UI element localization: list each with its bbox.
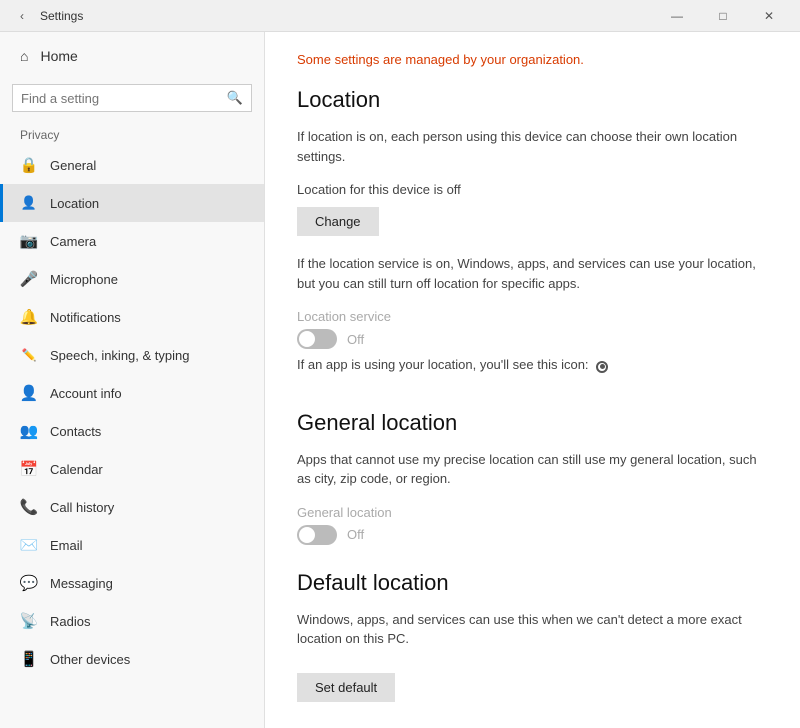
sidebar-item-notifications[interactable]: 🔔 Notifications <box>0 298 264 336</box>
home-label: Home <box>40 48 77 64</box>
toggle-knob <box>299 331 315 347</box>
general-location-toggle[interactable] <box>297 525 337 545</box>
general-location-label: General location <box>297 505 768 520</box>
sidebar-item-label: Email <box>50 538 83 553</box>
home-icon: ⌂ <box>20 48 28 64</box>
sidebar-item-label: Speech, inking, & typing <box>50 348 189 363</box>
minimize-button[interactable]: — <box>654 0 700 32</box>
icon-hint: If an app is using your location, you'll… <box>297 357 768 373</box>
sidebar-item-label: Microphone <box>50 272 118 287</box>
sidebar-section-privacy: Privacy <box>0 124 264 146</box>
notifications-icon: 🔔 <box>20 308 38 326</box>
sidebar-item-label: General <box>50 158 96 173</box>
radios-icon: 📡 <box>20 612 38 630</box>
service-desc: If the location service is on, Windows, … <box>297 254 768 293</box>
location-service-off-text: Off <box>347 332 364 347</box>
sidebar-item-calendar[interactable]: 📅 Calendar <box>0 450 264 488</box>
callhistory-icon: 📞 <box>20 498 38 516</box>
messaging-icon: 💬 <box>20 574 38 592</box>
back-button[interactable]: ‹ <box>8 2 36 30</box>
location-desc: If location is on, each person using thi… <box>297 127 768 166</box>
sidebar-item-label: Location <box>50 196 99 211</box>
sidebar-item-home[interactable]: ⌂ Home <box>0 32 264 80</box>
sidebar-item-camera[interactable]: 📷 Camera <box>0 222 264 260</box>
email-icon: ✉️ <box>20 536 38 554</box>
general-icon: 🔒 <box>20 156 38 174</box>
location-indicator-icon <box>596 357 608 372</box>
sidebar-item-label: Account info <box>50 386 122 401</box>
sidebar-item-label: Call history <box>50 500 114 515</box>
sidebar-item-label: Calendar <box>50 462 103 477</box>
divider-1 <box>297 393 768 394</box>
location-icon: 👤 <box>20 194 38 212</box>
search-box[interactable]: 🔍 <box>12 84 252 112</box>
change-button[interactable]: Change <box>297 207 379 236</box>
main-layout: ⌂ Home 🔍 Privacy 🔒 General 👤 Location 📷 … <box>0 32 800 728</box>
speech-icon: ✏️ <box>20 346 38 364</box>
maximize-button[interactable]: □ <box>700 0 746 32</box>
sidebar-item-label: Notifications <box>50 310 121 325</box>
toggle-knob <box>299 527 315 543</box>
sidebar-item-label: Camera <box>50 234 96 249</box>
sidebar-item-label: Contacts <box>50 424 101 439</box>
content-area: Some settings are managed by your organi… <box>265 32 800 728</box>
general-location-toggle-row: Off <box>297 525 768 545</box>
account-icon: 👤 <box>20 384 38 402</box>
calendar-icon: 📅 <box>20 460 38 478</box>
set-default-button[interactable]: Set default <box>297 673 395 702</box>
sidebar-item-contacts[interactable]: 👥 Contacts <box>0 412 264 450</box>
titlebar-title: Settings <box>40 9 83 23</box>
org-warning: Some settings are managed by your organi… <box>297 52 768 67</box>
camera-icon: 📷 <box>20 232 38 250</box>
microphone-icon: 🎤 <box>20 270 38 288</box>
sidebar-item-messaging[interactable]: 💬 Messaging <box>0 564 264 602</box>
location-service-toggle-row: Off <box>297 329 768 349</box>
sidebar-item-speech[interactable]: ✏️ Speech, inking, & typing <box>0 336 264 374</box>
sidebar-item-label: Messaging <box>50 576 113 591</box>
sidebar-item-callhistory[interactable]: 📞 Call history <box>0 488 264 526</box>
device-status: Location for this device is off <box>297 182 768 197</box>
close-button[interactable]: ✕ <box>746 0 792 32</box>
sidebar-item-label: Other devices <box>50 652 130 667</box>
titlebar: ‹ Settings — □ ✕ <box>0 0 800 32</box>
window-controls: — □ ✕ <box>654 0 792 32</box>
general-location-off-text: Off <box>347 527 364 542</box>
sidebar: ⌂ Home 🔍 Privacy 🔒 General 👤 Location 📷 … <box>0 32 265 728</box>
sidebar-item-location[interactable]: 👤 Location <box>0 184 264 222</box>
contacts-icon: 👥 <box>20 422 38 440</box>
search-icon[interactable]: 🔍 <box>227 90 243 106</box>
sidebar-item-email[interactable]: ✉️ Email <box>0 526 264 564</box>
sidebar-item-account[interactable]: 👤 Account info <box>0 374 264 412</box>
location-title: Location <box>297 87 768 113</box>
sidebar-item-otherdevices[interactable]: 📱 Other devices <box>0 640 264 678</box>
sidebar-item-general[interactable]: 🔒 General <box>0 146 264 184</box>
divider-2 <box>297 553 768 554</box>
sidebar-item-microphone[interactable]: 🎤 Microphone <box>0 260 264 298</box>
location-service-toggle[interactable] <box>297 329 337 349</box>
sidebar-item-label: Radios <box>50 614 90 629</box>
location-service-label: Location service <box>297 309 768 324</box>
default-location-desc: Windows, apps, and services can use this… <box>297 610 768 649</box>
sidebar-item-radios[interactable]: 📡 Radios <box>0 602 264 640</box>
search-input[interactable] <box>21 91 221 106</box>
general-location-desc: Apps that cannot use my precise location… <box>297 450 768 489</box>
general-location-title: General location <box>297 410 768 436</box>
otherdevices-icon: 📱 <box>20 650 38 668</box>
default-location-title: Default location <box>297 570 768 596</box>
